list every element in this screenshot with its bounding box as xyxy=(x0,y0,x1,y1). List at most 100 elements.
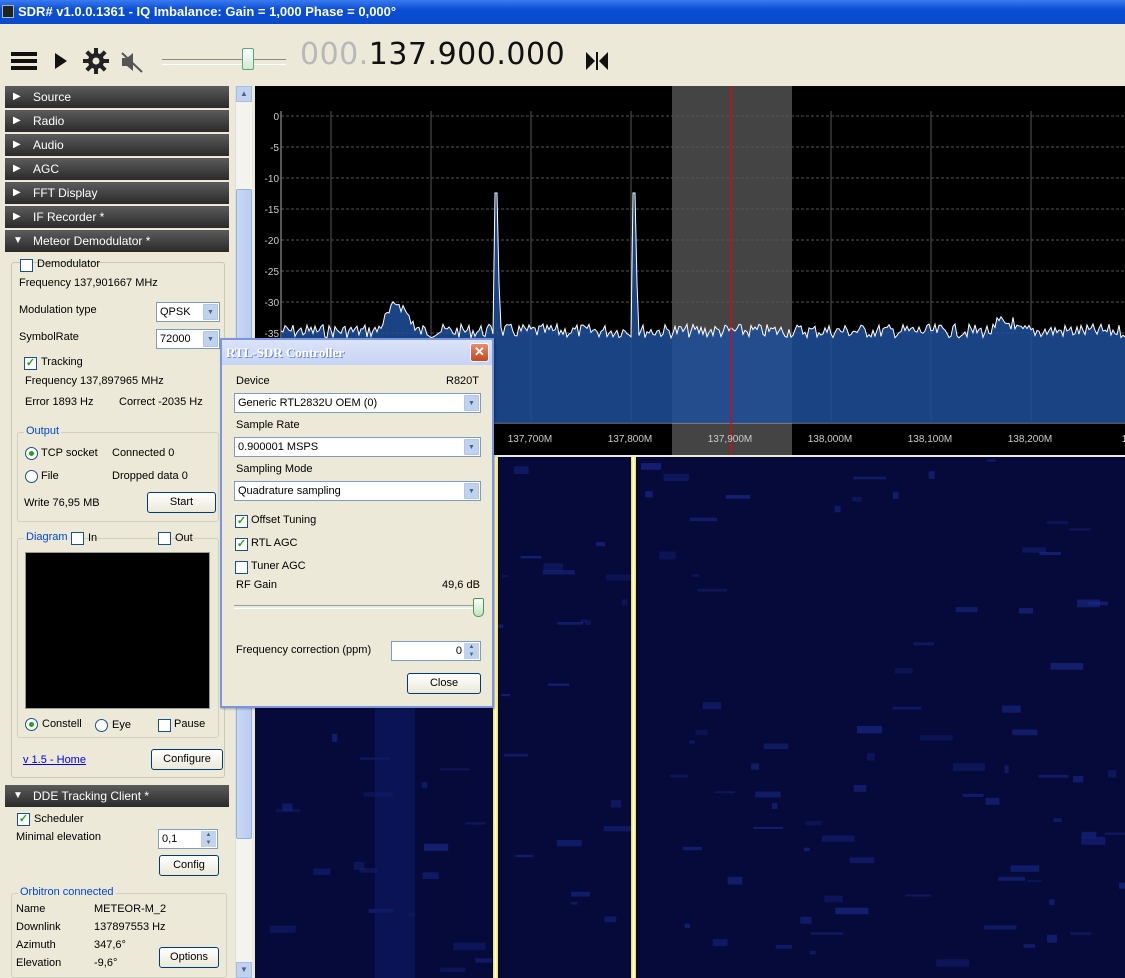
waterfall-noise xyxy=(1022,547,1047,553)
eye-radio[interactable] xyxy=(95,719,108,732)
window-title: SDR# v1.0.0.1361 - IQ Imbalance: Gain = … xyxy=(18,4,397,19)
waterfall-noise xyxy=(683,846,703,851)
freq-correction-input[interactable]: 0 ▲ ▼ xyxy=(391,641,481,661)
output-legend: Output xyxy=(24,425,62,437)
symbolrate-select[interactable]: 72000 ▼ xyxy=(156,329,220,349)
min-elevation-input[interactable]: 0,1 ▲ ▼ xyxy=(158,829,218,849)
waterfall-noise xyxy=(1077,599,1101,608)
diagram-out-label: Out xyxy=(175,532,193,544)
section-fft-display[interactable]: ▶ FFT Display xyxy=(5,182,229,204)
device-value: Generic RTL2832U OEM (0) xyxy=(238,397,378,409)
waterfall-noise xyxy=(775,944,793,949)
y-tick-label: -10 xyxy=(265,174,280,185)
section-label: Radio xyxy=(33,114,65,128)
elevation-value: -9,6° xyxy=(94,957,118,969)
spinner-icon[interactable]: ▲ ▼ xyxy=(464,643,479,659)
demodulator-checkbox[interactable] xyxy=(20,259,33,272)
device-tuner: R820T xyxy=(446,375,480,387)
menu-icon[interactable] xyxy=(10,49,38,73)
dialog-title-bar[interactable]: RTL-SDR Controller xyxy=(222,340,492,365)
waterfall-noise xyxy=(712,938,728,947)
section-meteor-demodulator[interactable]: ▼ Meteor Demodulator * xyxy=(5,230,229,252)
waterfall-noise xyxy=(913,642,935,646)
chevron-down-icon: ▼ xyxy=(464,395,479,411)
volume-slider[interactable] xyxy=(162,59,286,65)
tracking-checkbox[interactable]: ✓ xyxy=(24,357,37,370)
tcp-socket-radio[interactable] xyxy=(25,447,38,460)
file-radio[interactable] xyxy=(25,470,38,483)
waterfall-noise xyxy=(424,843,449,851)
mute-icon[interactable] xyxy=(120,50,144,74)
app-icon xyxy=(2,5,14,18)
waterfall-noise xyxy=(692,574,700,577)
waterfall-noise xyxy=(514,466,529,474)
section-source[interactable]: ▶ Source xyxy=(5,86,229,108)
volume-slider-thumb[interactable] xyxy=(242,48,254,70)
gear-icon[interactable] xyxy=(82,48,110,74)
waterfall-noise xyxy=(453,942,486,951)
configure-button[interactable]: Configure xyxy=(151,749,223,770)
waterfall-noise xyxy=(603,826,635,832)
start-button[interactable]: Start xyxy=(147,492,216,513)
waterfall-noise xyxy=(1012,729,1038,736)
device-label: Device xyxy=(236,375,270,387)
waterfall-noise xyxy=(986,459,996,462)
demodulator-label: Demodulator xyxy=(37,258,100,270)
rtl-agc-checkbox[interactable]: ✓ xyxy=(235,538,248,551)
sat-name-label: Name xyxy=(16,903,46,915)
diagram-out-checkbox[interactable] xyxy=(158,532,171,545)
home-link[interactable]: v 1.5 - Home xyxy=(23,754,86,766)
close-icon[interactable]: ✕ xyxy=(470,343,489,362)
waterfall-noise xyxy=(543,563,564,572)
scroll-up-icon[interactable]: ▲ xyxy=(236,86,252,102)
waterfall-noise xyxy=(570,901,578,905)
waterfall-noise xyxy=(755,791,781,798)
constell-radio[interactable] xyxy=(25,718,38,731)
section-label: FFT Display xyxy=(33,186,98,200)
section-label: Audio xyxy=(33,138,64,152)
pause-label: Pause xyxy=(174,718,206,730)
waterfall-noise xyxy=(1073,775,1084,783)
waterfall-noise xyxy=(1002,705,1021,713)
waterfall-noise xyxy=(269,925,296,933)
offset-tuning-checkbox[interactable]: ✓ xyxy=(235,515,248,528)
options-button[interactable]: Options xyxy=(159,947,219,968)
play-icon[interactable] xyxy=(53,51,69,71)
tuner-agc-checkbox[interactable] xyxy=(235,561,248,574)
waterfall-noise xyxy=(805,820,822,826)
rf-gain-slider[interactable] xyxy=(234,605,482,609)
waterfall-noise xyxy=(641,463,662,470)
spinner-icon[interactable]: ▲ ▼ xyxy=(201,831,216,847)
sample-rate-select[interactable]: 0.900001 MSPS ▼ xyxy=(234,437,481,457)
modulation-value: QPSK xyxy=(160,306,191,318)
waterfall-noise xyxy=(1010,865,1040,872)
waterfall-noise xyxy=(684,923,690,929)
waterfall-noise xyxy=(998,876,1026,881)
scroll-down-icon[interactable]: ▼ xyxy=(236,962,252,978)
rf-gain-slider-thumb[interactable] xyxy=(473,598,484,617)
snap-icon[interactable] xyxy=(586,52,608,70)
waterfall-noise xyxy=(853,476,886,480)
scheduler-checkbox[interactable]: ✓ xyxy=(17,813,30,826)
tracking-error: Error 1893 Hz xyxy=(25,396,94,408)
waterfall-noise xyxy=(772,802,778,810)
y-tick-label: -30 xyxy=(265,298,280,309)
section-dde-tracking[interactable]: ▼ DDE Tracking Client * xyxy=(5,785,229,807)
orbitron-legend: Orbitron connected xyxy=(18,886,116,898)
diagram-in-checkbox[interactable] xyxy=(71,532,84,545)
section-if-recorder[interactable]: ▶ IF Recorder * xyxy=(5,206,229,228)
section-agc[interactable]: ▶ AGC xyxy=(5,158,229,180)
section-radio[interactable]: ▶ Radio xyxy=(5,110,229,132)
waterfall-noise xyxy=(1053,818,1062,823)
sampling-mode-select[interactable]: Quadrature sampling ▼ xyxy=(234,481,481,501)
waterfall-noise xyxy=(751,763,759,770)
config-button[interactable]: Config xyxy=(159,855,219,876)
device-select[interactable]: Generic RTL2832U OEM (0) ▼ xyxy=(234,393,481,413)
section-audio[interactable]: ▶ Audio xyxy=(5,134,229,156)
waterfall-noise xyxy=(905,894,932,897)
pause-checkbox[interactable] xyxy=(158,719,171,732)
modulation-select[interactable]: QPSK ▼ xyxy=(156,302,220,322)
frequency-value: 137.900.000 xyxy=(368,37,566,72)
frequency-display[interactable]: 000.137.900.000 xyxy=(300,37,565,72)
close-button[interactable]: Close xyxy=(407,673,481,694)
